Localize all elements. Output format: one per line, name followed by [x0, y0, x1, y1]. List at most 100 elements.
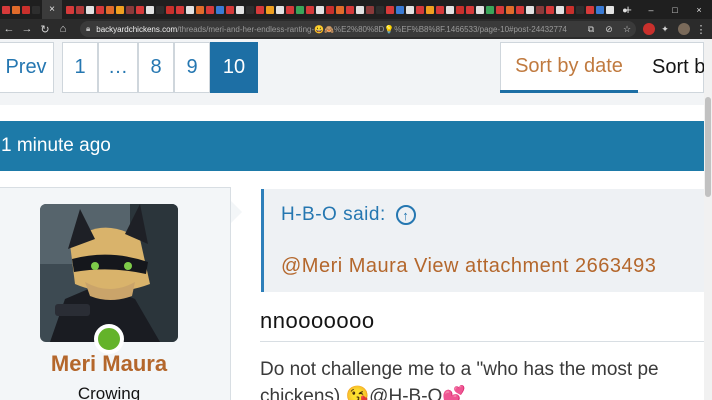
tab-favicon[interactable] [22, 5, 30, 14]
scrollbar-thumb[interactable] [705, 97, 711, 197]
tab-favicon[interactable] [2, 5, 10, 14]
page-link-1[interactable]: 1 [62, 42, 98, 93]
tab-favicon[interactable] [336, 5, 344, 14]
tab-favicon[interactable] [236, 5, 244, 14]
tracking-blocked-icon[interactable]: ⊘ [602, 21, 616, 37]
tab-favicon[interactable] [326, 5, 334, 14]
tab-favicon[interactable] [366, 5, 374, 14]
page-link-8[interactable]: 8 [138, 42, 174, 93]
message-line-1: nnooooooo [260, 308, 375, 333]
quote-body: @Meri Maura View attachment 2663493 [281, 255, 657, 277]
tab-favicon[interactable] [246, 5, 254, 14]
tab-favicon[interactable] [546, 5, 554, 14]
tab-favicon[interactable] [156, 5, 164, 14]
tab-favicon[interactable] [256, 5, 264, 14]
tab-favicon[interactable] [86, 5, 94, 14]
maximize-icon[interactable]: □ [664, 0, 686, 19]
tab-favicon[interactable] [196, 5, 204, 14]
tab-favicon[interactable] [206, 5, 214, 14]
tab-favicon[interactable] [76, 5, 84, 14]
active-tab-close-icon[interactable]: × [42, 0, 62, 19]
tab-favicon[interactable] [116, 5, 124, 14]
message-line-3: chickens) 😘@H-B-O💕 [260, 386, 466, 400]
tab-favicon[interactable] [476, 5, 484, 14]
tab-favicon[interactable] [376, 5, 384, 14]
page-scrollbar[interactable] [704, 39, 712, 400]
url-field[interactable]: 🔒︎ backyardchickens.com /threads/meri-an… [80, 21, 636, 37]
tab-favicon[interactable] [426, 5, 434, 14]
tab-favicon[interactable] [386, 5, 394, 14]
tab-favicon[interactable] [216, 5, 224, 14]
page-link-10-current[interactable]: 10 [210, 42, 258, 93]
tab-favicon[interactable] [126, 5, 134, 14]
tab-favicon[interactable] [286, 5, 294, 14]
browser-menu-icon[interactable]: ⋮ [694, 21, 708, 37]
bookmark-star-icon[interactable]: ☆ [620, 21, 634, 37]
tab-favicon[interactable] [606, 5, 614, 14]
tab-favicon[interactable] [136, 5, 144, 14]
tab-favicon[interactable] [96, 5, 104, 14]
tab-favicon[interactable] [176, 5, 184, 14]
avatar[interactable] [40, 204, 178, 342]
tab-favicon[interactable] [446, 5, 454, 14]
online-status-indicator [94, 324, 124, 354]
window-close-icon[interactable]: × [688, 0, 710, 19]
tab-favicon[interactable] [66, 5, 74, 14]
username-link[interactable]: Meri Maura [0, 351, 218, 377]
tab-favicon[interactable] [226, 5, 234, 14]
back-icon[interactable]: ← [0, 19, 18, 39]
tab-favicon[interactable] [166, 5, 174, 14]
tab-favicon[interactable] [576, 5, 584, 14]
tab-favicon[interactable] [276, 5, 284, 14]
lock-icon: 🔒︎ [86, 24, 91, 33]
extensions-puzzle-icon[interactable]: ✦ [658, 21, 672, 37]
tab-favicon[interactable] [556, 5, 564, 14]
tab-favicon[interactable] [316, 5, 324, 14]
tab-favicon[interactable] [436, 5, 444, 14]
page-ellipsis-button[interactable]: … [98, 42, 138, 93]
tab-favicon[interactable] [486, 5, 494, 14]
tab-favicon[interactable] [466, 5, 474, 14]
post-time-header: 1 minute ago [0, 121, 704, 171]
tab-favicon[interactable] [406, 5, 414, 14]
tab-favicon[interactable] [456, 5, 464, 14]
post-time-ago[interactable]: 1 minute ago [1, 135, 111, 157]
tab-favicon[interactable] [146, 5, 154, 14]
tab-favicon[interactable] [296, 5, 304, 14]
tab-favicon[interactable] [306, 5, 314, 14]
tab-favicon[interactable] [32, 5, 40, 14]
message-body: Do not challenge me to a "who has the mo… [260, 356, 704, 400]
profile-avatar-icon[interactable] [678, 23, 690, 35]
reload-icon[interactable]: ↻ [36, 19, 54, 39]
tab-favicon[interactable] [416, 5, 424, 14]
extension-icon[interactable] [643, 23, 655, 35]
tab-favicon[interactable] [106, 5, 114, 14]
sort-by-date-tab[interactable]: Sort by date [500, 42, 638, 93]
tab-favicon[interactable] [346, 5, 354, 14]
tab-favicon[interactable] [526, 5, 534, 14]
quote-attribution[interactable]: H-B-O said: ↑ [281, 204, 416, 226]
tab-favicon[interactable] [396, 5, 404, 14]
tab-favicon[interactable] [586, 5, 594, 14]
home-icon[interactable]: ⌂ [54, 19, 72, 39]
tab-favicon[interactable] [496, 5, 504, 14]
arrow-up-circle-icon[interactable]: ↑ [395, 205, 416, 225]
tab-favicon[interactable] [12, 5, 20, 14]
open-in-app-icon[interactable]: ⧉ [584, 21, 598, 37]
page-link-9[interactable]: 9 [174, 42, 210, 93]
tab-favicon[interactable] [356, 5, 364, 14]
minimize-icon[interactable]: – [640, 0, 662, 19]
tab-favicon[interactable] [186, 5, 194, 14]
prev-page-button[interactable]: Prev [0, 42, 54, 93]
url-path: /threads/meri-and-her-endless-ranting-😀🙈… [177, 24, 567, 34]
sort-by-other-tab[interactable]: Sort b [652, 42, 705, 93]
tab-favicon[interactable] [596, 5, 604, 14]
quote-author[interactable]: H-B-O said: [281, 204, 386, 226]
tab-favicon[interactable] [516, 5, 524, 14]
tab-favicon[interactable] [536, 5, 544, 14]
profile-icon[interactable]: ● [614, 0, 636, 19]
tab-favicon[interactable] [506, 5, 514, 14]
tab-favicon[interactable] [266, 5, 274, 14]
tab-favicon[interactable] [566, 5, 574, 14]
forward-icon[interactable]: → [18, 19, 36, 39]
